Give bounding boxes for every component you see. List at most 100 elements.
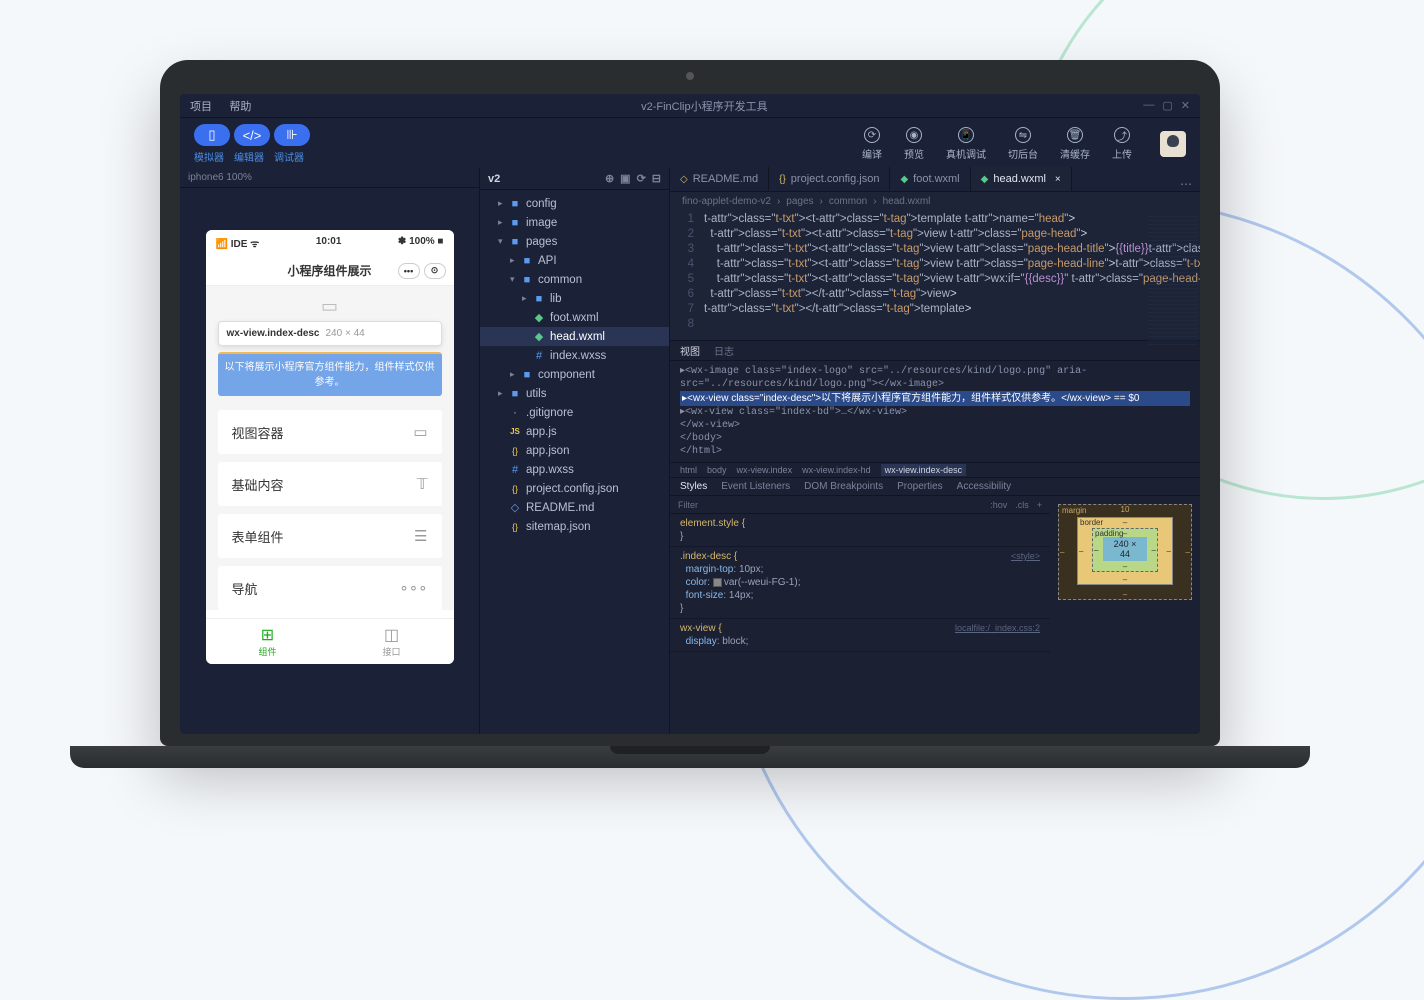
mode-label-0: 模拟器 <box>194 149 224 164</box>
crumb-4[interactable]: wx-view.index-desc <box>881 464 967 476</box>
editor-tab-2[interactable]: ◆foot.wxml <box>890 167 970 191</box>
elements-breadcrumb[interactable]: html body wx-view.index wx-view.index-hd wx-… <box>670 462 1200 478</box>
placeholder-icon: ▭ <box>218 296 442 317</box>
minimap[interactable] <box>1148 216 1198 346</box>
styles-filter[interactable]: Filter <box>678 500 698 510</box>
tree-node-6[interactable]: ◆foot.wxml <box>480 308 669 327</box>
tree-node-12[interactable]: JSapp.js <box>480 422 669 441</box>
tree-node-17[interactable]: {}sitemap.json <box>480 517 669 536</box>
min-icon[interactable]: — <box>1143 99 1154 112</box>
tree-node-5[interactable]: ▸■lib <box>480 289 669 308</box>
tree-node-0[interactable]: ▸■config <box>480 194 669 213</box>
tool-action-1[interactable]: ◉预览 <box>904 127 924 161</box>
crumb-2[interactable]: wx-view.index <box>737 465 793 475</box>
code-editor[interactable]: 12345678 t-attr">class="t-txt"><t-attr">… <box>670 210 1200 340</box>
tool-action-3[interactable]: ⇋切后台 <box>1008 127 1038 161</box>
highlighted-desc: 以下将展示小程序官方组件能力，组件样式仅供参考。 <box>218 352 442 396</box>
subtab-4[interactable]: Accessibility <box>957 481 1011 492</box>
editor-tab-row: ◇README.md{}project.config.json◆foot.wxm… <box>670 168 1200 192</box>
simulator-pane: iphone6 100% 📶 IDE ᯤ 10:01 ✽ 100% ■ 小程序组… <box>180 168 480 734</box>
tree-node-13[interactable]: {}app.json <box>480 441 669 460</box>
new-folder-icon[interactable]: ▣ <box>620 172 630 185</box>
tree-node-1[interactable]: ▸■image <box>480 213 669 232</box>
titlebar: 项目 帮助 v2-FinClip小程序开发工具 — ▢ ✕ <box>180 94 1200 118</box>
mode-debugger[interactable]: ⊪ <box>274 124 310 146</box>
devtab-log[interactable]: 日志 <box>714 343 734 358</box>
avatar[interactable] <box>1160 131 1186 157</box>
styles-column[interactable]: Filter :hov .cls + element.style {}<styl… <box>670 496 1050 734</box>
mode-label-1: 编辑器 <box>234 149 264 164</box>
sim-row-1[interactable]: 基础内容𝕋 <box>218 462 442 506</box>
nav-title: 小程序组件展示 <box>287 262 371 279</box>
phone-frame: 📶 IDE ᯤ 10:01 ✽ 100% ■ 小程序组件展示 ••• ⊙ <box>206 230 454 664</box>
tree-node-11[interactable]: ·.gitignore <box>480 403 669 422</box>
menubar: 项目 帮助 <box>190 98 265 114</box>
crumb-3[interactable]: wx-view.index-hd <box>802 465 871 475</box>
elements-tree[interactable]: ▸<wx-image class="index-logo" src="../re… <box>670 361 1200 462</box>
sim-tab-1[interactable]: ◫接口 <box>330 619 454 664</box>
ide-window: 项目 帮助 v2-FinClip小程序开发工具 — ▢ ✕ ▯ </> ⊪ <box>180 94 1200 734</box>
tree-node-4[interactable]: ▾■common <box>480 270 669 289</box>
status-time: 10:01 <box>316 236 342 250</box>
sim-row-3[interactable]: 导航∘∘∘ <box>218 566 442 610</box>
tree-node-2[interactable]: ▾■pages <box>480 232 669 251</box>
editor-tab-0[interactable]: ◇README.md <box>670 167 769 191</box>
subtab-0[interactable]: Styles <box>680 481 707 492</box>
capsule-close-icon[interactable]: ⊙ <box>424 263 446 279</box>
editor-breadcrumb: fino-applet-demo-v2›pages›common›head.wx… <box>670 192 1200 210</box>
menu-project[interactable]: 项目 <box>190 101 212 113</box>
tree-node-7[interactable]: ◆head.wxml <box>480 327 669 346</box>
tree-node-3[interactable]: ▸■API <box>480 251 669 270</box>
mode-simulator[interactable]: ▯ <box>194 124 230 146</box>
tool-action-5[interactable]: ⤴上传 <box>1112 127 1132 161</box>
tabs-more-icon[interactable]: ⋯ <box>1172 177 1200 191</box>
status-battery: ✽ 100% ■ <box>398 236 444 250</box>
sim-row-0[interactable]: 视图容器▭ <box>218 410 442 454</box>
camera-dot <box>686 72 694 80</box>
editor-tab-3[interactable]: ◆head.wxml× <box>971 167 1072 191</box>
tree-node-16[interactable]: ◇README.md <box>480 498 669 517</box>
devtools-panel: 视图 日志 ▸<wx-image class="index-logo" src=… <box>670 340 1200 734</box>
tree-node-10[interactable]: ▸■utils <box>480 384 669 403</box>
tool-action-0[interactable]: ⟳编译 <box>862 127 882 161</box>
devtab-view[interactable]: 视图 <box>680 343 700 358</box>
toolbar: ▯ </> ⊪ 模拟器 编辑器 调试器 ⟳编译◉预览📱真机调试⇋切后台🗑清缓存⤴… <box>180 118 1200 168</box>
tree-node-8[interactable]: #index.wxss <box>480 346 669 365</box>
laptop-base <box>70 746 1310 768</box>
hov-toggle[interactable]: :hov <box>990 500 1007 510</box>
tool-action-2[interactable]: 📱真机调试 <box>946 127 986 161</box>
box-model: margin10––– border–––– padding–––– 240 ×… <box>1050 496 1200 734</box>
tree-node-15[interactable]: {}project.config.json <box>480 479 669 498</box>
menu-help[interactable]: 帮助 <box>229 101 251 113</box>
crumb-1[interactable]: body <box>707 465 727 475</box>
sim-tab-0[interactable]: ⊞组件 <box>206 619 330 664</box>
mode-editor[interactable]: </> <box>234 124 270 146</box>
tree-node-14[interactable]: #app.wxss <box>480 460 669 479</box>
tree-node-9[interactable]: ▸■component <box>480 365 669 384</box>
subtab-2[interactable]: DOM Breakpoints <box>804 481 883 492</box>
cls-toggle[interactable]: .cls <box>1015 500 1029 510</box>
add-rule-icon[interactable]: + <box>1037 500 1042 510</box>
crumb-0[interactable]: html <box>680 465 697 475</box>
capsule-menu-icon[interactable]: ••• <box>398 263 420 279</box>
css-rule-0[interactable]: element.style {} <box>670 514 1050 547</box>
close-icon[interactable]: ✕ <box>1181 99 1190 112</box>
subtab-3[interactable]: Properties <box>897 481 943 492</box>
sim-row-2[interactable]: 表单组件☰ <box>218 514 442 558</box>
editor-tab-1[interactable]: {}project.config.json <box>769 167 890 191</box>
new-file-icon[interactable]: ⊕ <box>605 172 614 185</box>
tool-action-4[interactable]: 🗑清缓存 <box>1060 127 1090 161</box>
laptop-frame: 项目 帮助 v2-FinClip小程序开发工具 — ▢ ✕ ▯ </> ⊪ <box>160 60 1220 768</box>
collapse-icon[interactable]: ⊟ <box>652 172 661 185</box>
subtab-1[interactable]: Event Listeners <box>721 481 790 492</box>
file-explorer: v2 ⊕ ▣ ⟳ ⊟ ▸■config▸■image▾■pages▸■API▾■… <box>480 168 670 734</box>
max-icon[interactable]: ▢ <box>1162 99 1172 112</box>
explorer-root: v2 <box>488 173 500 185</box>
status-signal: 📶 IDE ᯤ <box>216 236 260 250</box>
simulator-device-label: iphone6 100% <box>180 168 479 188</box>
refresh-icon[interactable]: ⟳ <box>637 172 646 185</box>
css-rule-1[interactable]: <style>.index-desc { margin-top: 10px; c… <box>670 547 1050 619</box>
window-title: v2-FinClip小程序开发工具 <box>265 98 1143 114</box>
inspect-tooltip: wx-view.index-desc240 × 44 <box>218 321 442 346</box>
css-rule-2[interactable]: localfile:/_index.css:2wx-view { display… <box>670 619 1050 652</box>
